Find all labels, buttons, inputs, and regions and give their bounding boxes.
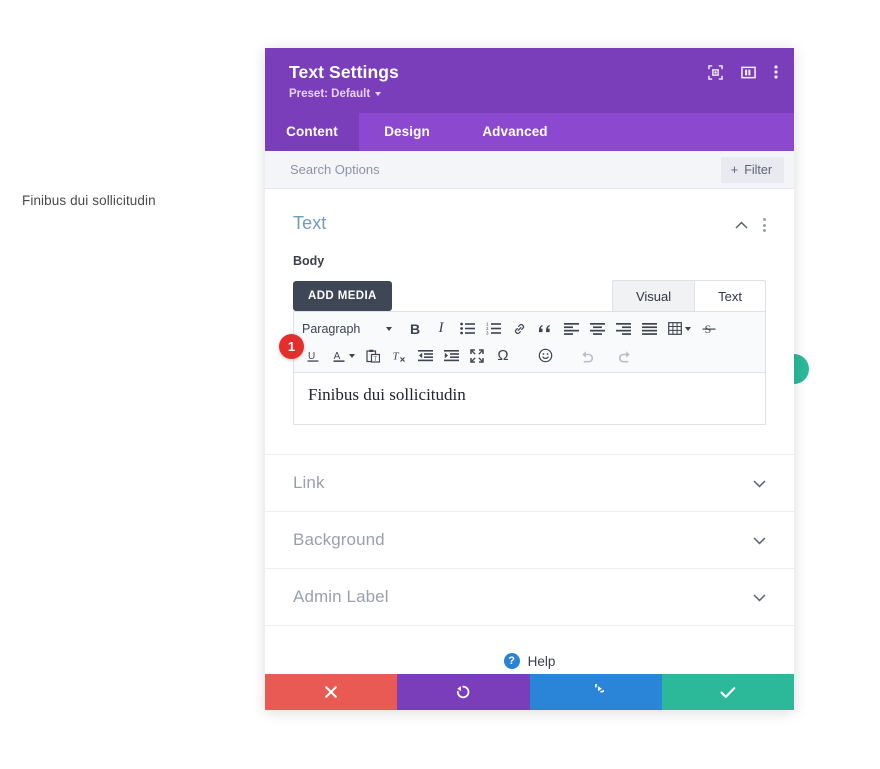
save-button[interactable] bbox=[661, 674, 794, 710]
chevron-down-icon bbox=[753, 479, 766, 488]
screen: Finibus dui sollicitudin Text Settings P… bbox=[0, 0, 880, 769]
section-admin-label-title: Admin Label bbox=[293, 587, 389, 606]
text-color-icon[interactable]: A bbox=[326, 344, 360, 368]
modal-title: Text Settings bbox=[289, 62, 399, 82]
editor-toolbar-row-1: Paragraph B I 1 2 3 S bbox=[300, 315, 759, 342]
paste-as-text-icon[interactable]: T bbox=[360, 344, 386, 368]
svg-text:A: A bbox=[333, 351, 340, 362]
section-background-title: Background bbox=[293, 530, 385, 549]
modal-header: Text Settings Preset: Default bbox=[265, 48, 794, 113]
filter-button-label: Filter bbox=[744, 162, 772, 177]
undo-button[interactable] bbox=[397, 674, 530, 710]
tab-visual[interactable]: Visual bbox=[611, 280, 696, 311]
modal-body: Text Body ADD MEDIA Visual Text Paragrap… bbox=[265, 189, 794, 674]
text-settings-modal: Text Settings Preset: Default Content De… bbox=[265, 48, 794, 710]
check-icon bbox=[720, 686, 736, 698]
undo-icon[interactable] bbox=[574, 344, 600, 368]
section-title: Text bbox=[293, 213, 327, 233]
question-mark-icon: ? bbox=[503, 653, 520, 669]
undo-icon bbox=[457, 685, 470, 699]
align-right-icon[interactable] bbox=[610, 317, 636, 341]
chevron-down-icon bbox=[375, 92, 382, 96]
kebab-menu-icon[interactable] bbox=[763, 218, 766, 232]
editor-top-row: ADD MEDIA Visual Text bbox=[293, 280, 766, 311]
search-options-row: + Filter bbox=[265, 151, 794, 189]
plus-icon: + bbox=[730, 162, 739, 177]
table-icon[interactable] bbox=[662, 317, 696, 341]
section-background[interactable]: Background bbox=[265, 511, 794, 568]
add-media-button[interactable]: ADD MEDIA bbox=[293, 281, 392, 311]
strikethrough-icon[interactable]: S bbox=[696, 317, 722, 341]
modal-footer bbox=[265, 674, 794, 710]
chevron-down-icon bbox=[753, 536, 766, 545]
editor-toolbar: Paragraph B I 1 2 3 S U A T T Ω bbox=[293, 311, 766, 373]
search-input[interactable] bbox=[290, 162, 721, 177]
chevron-down-icon bbox=[753, 593, 766, 602]
align-justify-icon[interactable] bbox=[636, 317, 662, 341]
indent-icon[interactable] bbox=[438, 344, 464, 368]
filter-button[interactable]: + Filter bbox=[720, 156, 784, 183]
emoji-icon[interactable] bbox=[532, 344, 558, 368]
section-admin-label[interactable]: Admin Label bbox=[265, 568, 794, 625]
clear-formatting-icon[interactable]: T bbox=[386, 344, 412, 368]
tab-text[interactable]: Text bbox=[694, 280, 766, 311]
tab-advanced[interactable]: Advanced bbox=[455, 113, 575, 151]
align-left-icon[interactable] bbox=[558, 317, 584, 341]
chevron-down-icon bbox=[386, 326, 392, 331]
close-icon bbox=[325, 686, 337, 698]
italic-icon[interactable]: I bbox=[428, 317, 454, 341]
special-character-icon[interactable]: Ω bbox=[490, 344, 516, 368]
chevron-up-icon[interactable] bbox=[735, 221, 748, 230]
kebab-menu-icon[interactable] bbox=[774, 64, 778, 80]
align-center-icon[interactable] bbox=[584, 317, 610, 341]
redo-icon bbox=[594, 684, 604, 693]
svg-text:3: 3 bbox=[486, 330, 489, 335]
format-select-value: Paragraph bbox=[302, 321, 361, 336]
redo-button[interactable] bbox=[529, 674, 662, 710]
preset-selector[interactable]: Preset: Default bbox=[289, 88, 382, 100]
text-section-actions bbox=[735, 213, 766, 232]
text-section: Text Body ADD MEDIA Visual Text Paragrap… bbox=[265, 189, 794, 425]
focus-target-icon[interactable] bbox=[708, 64, 723, 80]
help-row: ? Help bbox=[265, 625, 794, 669]
outdent-icon[interactable] bbox=[412, 344, 438, 368]
svg-text:T: T bbox=[392, 350, 399, 362]
preset-label: Preset: Default bbox=[289, 88, 371, 100]
modal-header-actions bbox=[708, 64, 778, 80]
editor-content-area[interactable]: Finibus dui sollicitudin bbox=[293, 373, 766, 425]
tab-design[interactable]: Design bbox=[359, 113, 455, 151]
section-link[interactable]: Link bbox=[265, 454, 794, 511]
blockquote-icon[interactable] bbox=[532, 317, 558, 341]
layout-panel-icon[interactable] bbox=[741, 65, 756, 80]
fullscreen-icon[interactable] bbox=[464, 344, 490, 368]
modal-tab-bar: Content Design Advanced bbox=[265, 113, 794, 151]
collapsed-sections: Link Background Admin Label bbox=[265, 454, 794, 625]
cancel-button[interactable] bbox=[265, 674, 398, 710]
format-select[interactable]: Paragraph bbox=[300, 317, 396, 341]
chevron-down-icon bbox=[684, 326, 691, 331]
bulleted-list-icon[interactable] bbox=[454, 317, 480, 341]
chevron-down-icon bbox=[348, 353, 355, 358]
svg-text:T: T bbox=[373, 356, 377, 362]
text-section-header: Text bbox=[293, 213, 766, 234]
numbered-list-icon[interactable]: 1 2 3 bbox=[480, 317, 506, 341]
redo-icon[interactable] bbox=[612, 344, 638, 368]
svg-text:U: U bbox=[308, 351, 315, 362]
page-body-text: Finibus dui sollicitudin bbox=[22, 193, 156, 208]
wp-editor: ADD MEDIA Visual Text Paragraph B I 1 2 … bbox=[293, 280, 766, 425]
editor-mode-tabs: Visual Text bbox=[611, 280, 766, 311]
step-badge-1: 1 bbox=[279, 334, 304, 359]
link-icon[interactable] bbox=[506, 317, 532, 341]
tab-content[interactable]: Content bbox=[265, 113, 359, 151]
section-link-title: Link bbox=[293, 473, 325, 492]
bold-icon[interactable]: B bbox=[402, 317, 428, 341]
help-link[interactable]: Help bbox=[528, 654, 556, 669]
editor-toolbar-row-2: U A T T Ω bbox=[300, 342, 759, 369]
body-field-label: Body bbox=[293, 254, 325, 268]
